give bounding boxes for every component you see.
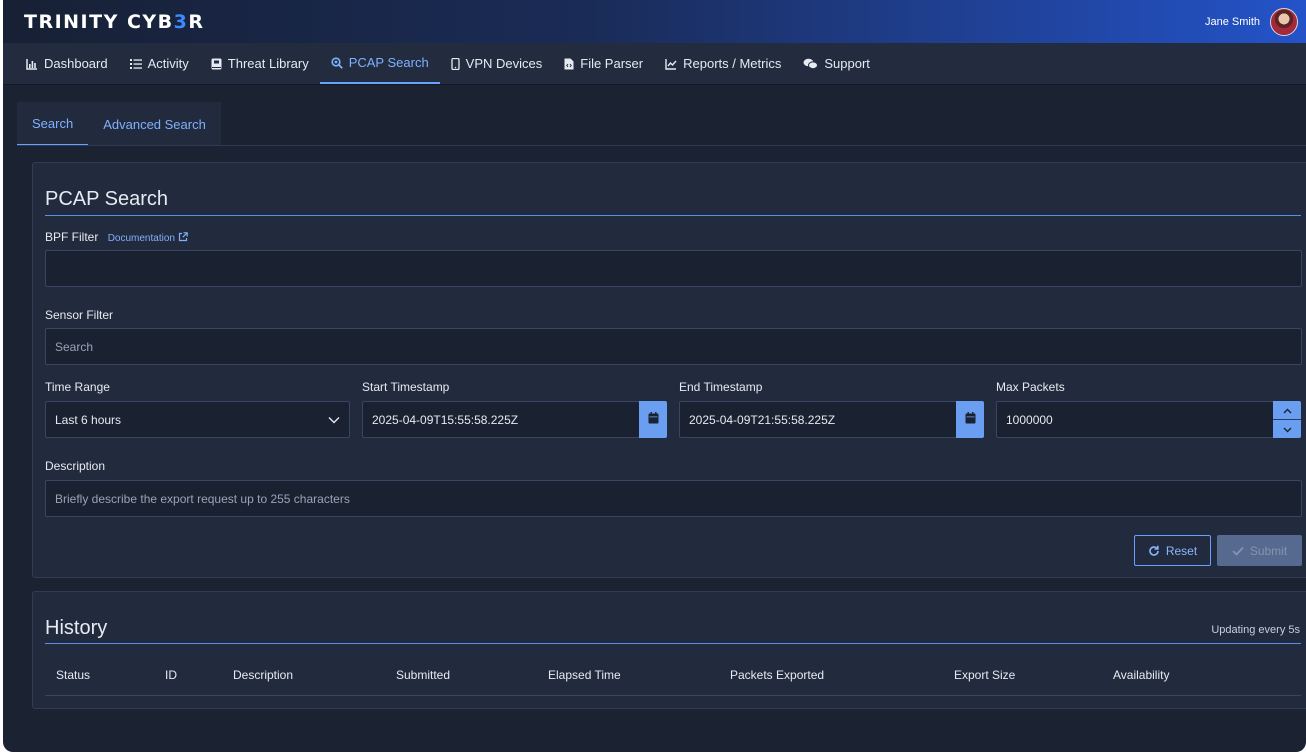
pcap-search-panel: PCAP Search BPF Filter Documentation Sen… bbox=[32, 162, 1306, 578]
time-range-label: Time Range bbox=[45, 380, 110, 394]
nav-item-activity[interactable]: Activity bbox=[119, 43, 200, 84]
column-header-status[interactable]: Status bbox=[56, 668, 90, 682]
chevron-down-icon bbox=[1283, 420, 1292, 438]
nav-label: Reports / Metrics bbox=[683, 56, 782, 71]
max-packets-stepper bbox=[1273, 401, 1301, 438]
start-timestamp-input[interactable] bbox=[362, 401, 640, 438]
nav-label: File Parser bbox=[580, 56, 644, 71]
magnifier-icon bbox=[331, 56, 343, 69]
history-title: History bbox=[45, 617, 108, 639]
avatar[interactable] bbox=[1270, 7, 1298, 36]
nav-item-dashboard[interactable]: Dashboard bbox=[15, 43, 119, 84]
sensor-filter-input[interactable] bbox=[45, 328, 1302, 365]
end-timestamp-label: End Timestamp bbox=[679, 380, 763, 394]
nav-item-reports-metrics[interactable]: Reports / Metrics bbox=[654, 43, 792, 84]
check-icon bbox=[1232, 546, 1244, 556]
external-link-icon bbox=[178, 232, 188, 244]
user-menu[interactable]: Jane Smith bbox=[1204, 7, 1298, 36]
bpf-filter-input[interactable] bbox=[45, 250, 1302, 287]
chevron-down-icon bbox=[328, 413, 340, 427]
app-window: TRINITY CYB3R Jane Smith Dashboard Activ… bbox=[3, 0, 1306, 752]
tab-advanced-search[interactable]: Advanced Search bbox=[88, 102, 221, 146]
max-packets-input[interactable] bbox=[996, 401, 1274, 438]
sensor-filter-label: Sensor Filter bbox=[45, 308, 114, 322]
nav-item-pcap-search[interactable]: PCAP Search bbox=[319, 43, 440, 84]
max-packets-label: Max Packets bbox=[996, 380, 1065, 394]
decrement-button[interactable] bbox=[1273, 420, 1301, 438]
column-header-elapsed-time[interactable]: Elapsed Time bbox=[548, 668, 621, 682]
chevron-up-icon bbox=[1283, 401, 1292, 419]
bpf-filter-label: BPF Filter Documentation bbox=[45, 230, 188, 244]
end-timestamp-input[interactable] bbox=[679, 401, 957, 438]
calendar-icon bbox=[965, 411, 976, 429]
submit-button[interactable]: Submit bbox=[1217, 535, 1302, 566]
nav-label: Support bbox=[824, 56, 870, 71]
start-calendar-button[interactable] bbox=[639, 401, 667, 438]
history-title-rule bbox=[45, 643, 1301, 644]
description-label: Description bbox=[45, 459, 106, 473]
nav-item-support[interactable]: Support bbox=[792, 43, 881, 84]
table-header-rule bbox=[45, 695, 1301, 696]
reset-label: Reset bbox=[1165, 543, 1198, 558]
increment-button[interactable] bbox=[1273, 401, 1301, 420]
nav-label: PCAP Search bbox=[348, 55, 429, 70]
column-header-id[interactable]: ID bbox=[165, 668, 177, 682]
book-icon bbox=[211, 58, 222, 70]
history-panel: History Updating every 5s Status ID Desc… bbox=[32, 591, 1306, 709]
line-chart-icon bbox=[665, 58, 677, 70]
panel-title-rule bbox=[45, 215, 1301, 216]
refresh-icon bbox=[1148, 545, 1160, 557]
calendar-icon bbox=[648, 411, 659, 429]
nav-item-threat-library[interactable]: Threat Library bbox=[200, 43, 320, 84]
brand-logo[interactable]: TRINITY CYB3R bbox=[24, 11, 205, 33]
user-name: Jane Smith bbox=[1204, 15, 1260, 28]
file-code-icon bbox=[564, 58, 574, 70]
nav-item-vpn-devices[interactable]: VPN Devices bbox=[440, 43, 554, 84]
update-interval-text: Updating every 5s bbox=[1211, 624, 1300, 636]
list-icon bbox=[129, 58, 142, 70]
column-header-description[interactable]: Description bbox=[233, 668, 293, 682]
mobile-icon bbox=[451, 57, 460, 70]
submit-label: Submit bbox=[1249, 543, 1288, 558]
main-nav: Dashboard Activity Threat Library PCAP S… bbox=[3, 43, 1306, 85]
bar-chart-icon bbox=[26, 58, 38, 70]
nav-item-file-parser[interactable]: File Parser bbox=[553, 43, 654, 84]
end-calendar-button[interactable] bbox=[956, 401, 984, 438]
search-tabs: Search Advanced Search bbox=[17, 102, 221, 146]
panel-title: PCAP Search bbox=[45, 188, 169, 210]
description-input[interactable] bbox=[45, 480, 1302, 517]
reset-button[interactable]: Reset bbox=[1134, 535, 1211, 566]
top-bar: TRINITY CYB3R Jane Smith bbox=[3, 0, 1306, 43]
tab-divider bbox=[17, 145, 1306, 146]
nav-label: Activity bbox=[147, 56, 189, 71]
start-timestamp-label: Start Timestamp bbox=[362, 380, 450, 394]
column-header-availability[interactable]: Availability bbox=[1113, 668, 1169, 682]
nav-label: Threat Library bbox=[227, 56, 309, 71]
tab-search[interactable]: Search bbox=[17, 102, 89, 146]
time-range-select[interactable]: Last 6 hours bbox=[45, 401, 350, 438]
chat-bubbles-icon bbox=[803, 58, 819, 70]
time-range-value: Last 6 hours bbox=[55, 412, 122, 427]
nav-label: Dashboard bbox=[44, 56, 108, 71]
documentation-link[interactable]: Documentation bbox=[108, 232, 188, 244]
nav-label: VPN Devices bbox=[465, 56, 543, 71]
column-header-packets-exported[interactable]: Packets Exported bbox=[730, 668, 824, 682]
column-header-submitted[interactable]: Submitted bbox=[396, 668, 450, 682]
column-header-export-size[interactable]: Export Size bbox=[954, 668, 1015, 682]
